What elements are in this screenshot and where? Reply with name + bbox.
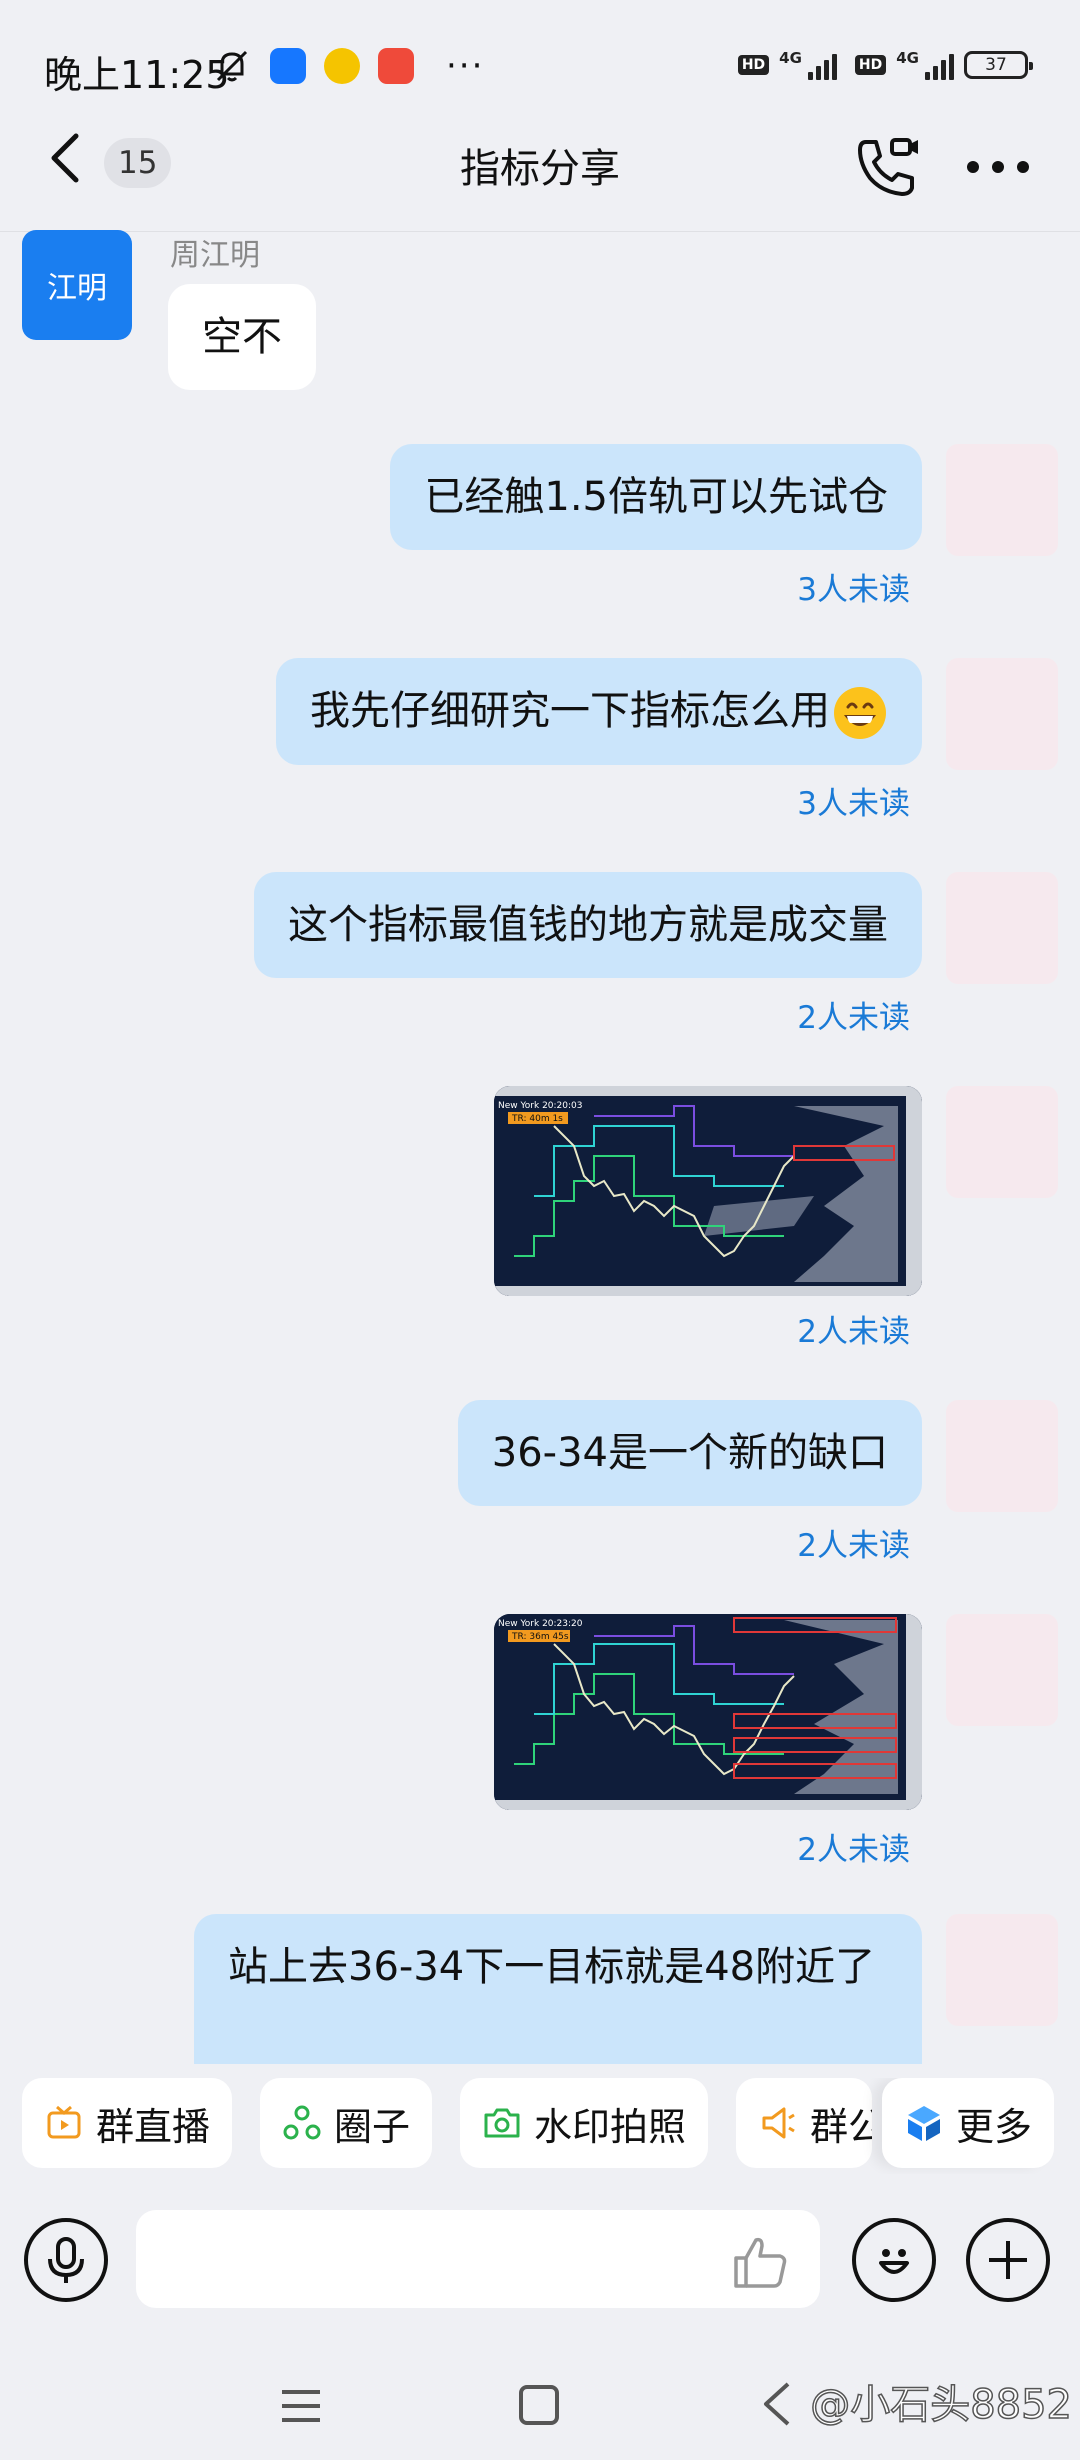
- thumbs-up-icon[interactable]: [730, 2232, 790, 2292]
- smiley-icon: [879, 2249, 909, 2274]
- image-message[interactable]: New York 20:23:20 TR: 36m 45s: [494, 1614, 922, 1810]
- avatar[interactable]: 江明: [22, 230, 132, 340]
- trading-chart-thumbnail: New York 20:23:20 TR: 36m 45s: [494, 1614, 922, 1810]
- message-bubble[interactable]: 已经触1.5倍轨可以先试仓: [390, 444, 922, 550]
- trading-chart-thumbnail: New York 20:20:03 TR: 40m 1s: [494, 1086, 922, 1296]
- back-nav-icon[interactable]: [760, 2380, 794, 2428]
- chart-header: New York 20:23:20: [498, 1619, 583, 1629]
- app-notification-icon: [270, 48, 306, 84]
- quick-action-announcement[interactable]: 群公告: [736, 2078, 872, 2168]
- avatar[interactable]: [946, 444, 1058, 556]
- avatar[interactable]: [946, 1614, 1058, 1726]
- avatar[interactable]: [946, 1400, 1058, 1512]
- message-bubble[interactable]: 这个指标最值钱的地方就是成交量: [254, 872, 922, 978]
- battery-icon: 37: [964, 51, 1033, 79]
- read-status[interactable]: 2人未读: [797, 1520, 910, 1565]
- signal-icon: [925, 50, 954, 80]
- message-bubble[interactable]: 空不: [168, 284, 316, 390]
- plus-icon: [989, 2241, 1027, 2279]
- message-text: 已经触1.5倍轨可以先试仓: [424, 474, 888, 520]
- avatar[interactable]: [946, 1914, 1058, 2026]
- read-status[interactable]: 3人未读: [797, 778, 910, 823]
- message-text: 这个指标最值钱的地方就是成交量: [288, 902, 888, 948]
- add-attachment-button[interactable]: [966, 2218, 1050, 2302]
- emoji-button[interactable]: [852, 2218, 936, 2302]
- notification-icons: ···: [212, 46, 484, 86]
- sender-name: 周江明: [170, 238, 260, 273]
- quick-action-label: 群直播: [96, 2104, 211, 2149]
- video-call-icon[interactable]: [852, 132, 922, 202]
- battery-level: 37: [985, 55, 1007, 75]
- microphone-icon: [48, 2237, 84, 2283]
- more-cube-icon: [908, 2106, 940, 2141]
- quick-action-more[interactable]: 更多: [882, 2078, 1055, 2168]
- chart-header: New York 20:20:03: [498, 1101, 583, 1111]
- weibo-icon: [324, 48, 360, 84]
- status-bar: 晚上11:25 ··· HD 4G HD 4G 37: [0, 0, 1080, 130]
- announcement-icon: [762, 2107, 795, 2139]
- hd-badge: HD: [854, 55, 887, 75]
- home-nav-icon[interactable]: [518, 2384, 560, 2426]
- quick-action-circle[interactable]: 圈子: [260, 2078, 433, 2168]
- menu-nav-icon[interactable]: [280, 2386, 322, 2426]
- watermark: @小石头8852: [809, 2381, 1072, 2429]
- message-input[interactable]: [136, 2210, 820, 2308]
- system-indicators: HD 4G HD 4G 37: [737, 49, 1033, 80]
- quick-action-label: 更多: [956, 2104, 1033, 2149]
- more-notifications-icon: ···: [446, 46, 485, 86]
- read-status[interactable]: 2人未读: [797, 992, 910, 1037]
- message-bubble[interactable]: 我先仔细研究一下指标怎么用: [276, 658, 922, 765]
- network-type: 4G: [779, 49, 802, 67]
- quick-action-group-live[interactable]: 群直播: [22, 2078, 233, 2168]
- network-type: 4G: [896, 49, 919, 67]
- more-options-icon[interactable]: [966, 160, 1030, 174]
- read-status[interactable]: 3人未读: [797, 564, 910, 609]
- avatar[interactable]: [946, 658, 1058, 770]
- status-time: 晚上11:25: [44, 53, 230, 97]
- mute-bell-icon: [216, 50, 248, 82]
- signal-icon: [807, 50, 837, 80]
- quick-action-label: 群公告: [810, 2104, 872, 2149]
- chart-tag: TR: 40m 1s: [511, 1114, 563, 1124]
- voice-input-button[interactable]: [24, 2218, 108, 2302]
- read-status[interactable]: 2人未读: [797, 1824, 910, 1869]
- hd-badge: HD: [737, 55, 770, 75]
- grinning-emoji-icon: [834, 687, 886, 739]
- circle-group-icon: [283, 2105, 321, 2140]
- message-bubble[interactable]: 站上去36-34下一目标就是48附近了: [194, 1914, 922, 2064]
- quick-action-watermark-camera[interactable]: 水印拍照: [460, 2078, 709, 2168]
- image-message[interactable]: New York 20:20:03 TR: 40m 1s: [494, 1086, 922, 1296]
- live-tv-icon: [47, 2105, 81, 2139]
- quick-action-label: 圈子: [334, 2104, 411, 2149]
- message-text: 36-34是一个新的缺口: [491, 1430, 888, 1476]
- app-notification-icon: [378, 48, 414, 84]
- read-status[interactable]: 2人未读: [797, 1306, 910, 1351]
- avatar-text: 江明: [47, 271, 107, 306]
- message-text: 站上去36-34下一目标就是48附近了: [228, 1944, 876, 1990]
- message-text: 我先仔细研究一下指标怎么用: [310, 688, 830, 734]
- chart-tag: TR: 36m 45s: [511, 1632, 569, 1642]
- camera-icon: [484, 2108, 520, 2138]
- avatar[interactable]: [946, 1086, 1058, 1198]
- quick-actions-bar: 群直播 圈子 水印拍照 群公告 更多: [0, 2078, 1080, 2174]
- avatar[interactable]: [946, 872, 1058, 984]
- message-bubble[interactable]: 36-34是一个新的缺口: [457, 1400, 922, 1506]
- quick-action-label: 水印拍照: [534, 2104, 687, 2149]
- message-text: 空不: [202, 314, 282, 360]
